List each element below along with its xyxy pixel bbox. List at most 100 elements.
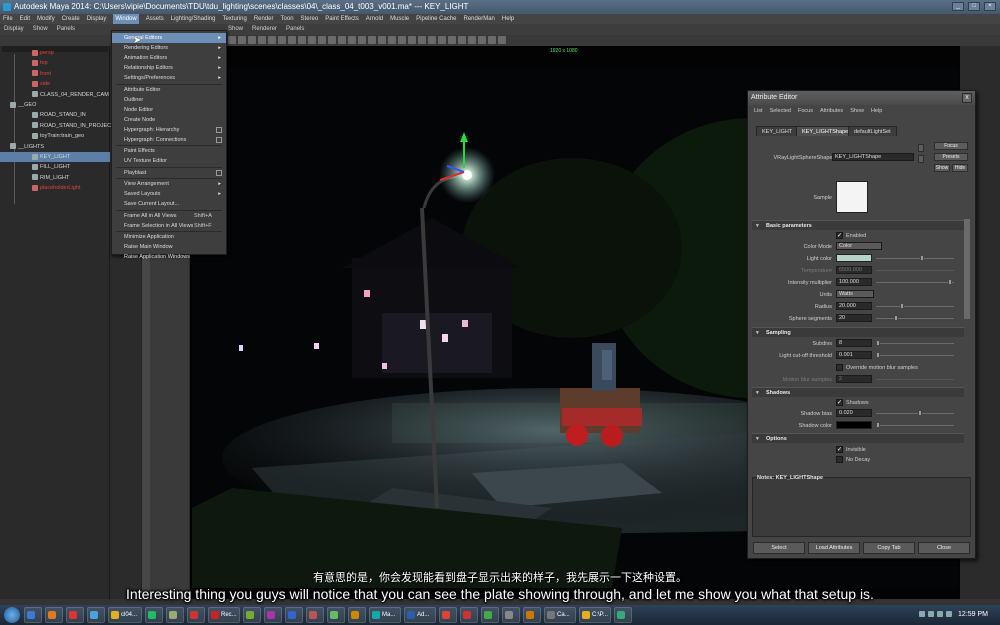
attribute-editor-scroll-thumb[interactable] — [964, 219, 970, 319]
window-menu-item-hypergraph-hierarchy[interactable]: Hypergraph: Hierarchy — [112, 125, 226, 135]
shadow-bias-field[interactable]: 0.020 — [836, 409, 872, 417]
intensity-slider-track[interactable] — [876, 282, 954, 283]
taskbar-app-button[interactable] — [439, 607, 457, 623]
option-box-icon[interactable] — [216, 169, 222, 176]
viewport-menu-panels[interactable]: Panels — [286, 24, 304, 35]
node-name-field[interactable]: KEY_LIGHTShape — [832, 153, 914, 161]
window-menu-item-rendering-editors[interactable]: Rendering Editors ▸ — [112, 43, 226, 53]
outliner-item[interactable]: FILL_LIGHT — [0, 162, 110, 172]
attribute-editor-title-bar[interactable]: Attribute Editor x — [748, 91, 975, 105]
section-sampling[interactable]: Sampling — [752, 327, 964, 338]
outliner-item[interactable]: persp — [0, 48, 110, 58]
outliner-item[interactable]: placeholderLight — [0, 183, 110, 193]
outliner-menu-panels[interactable]: Panels — [57, 24, 75, 35]
taskbar-app-button[interactable] — [306, 607, 324, 623]
window-menu-item-node-editor[interactable]: Node Editor — [112, 105, 226, 115]
hide-button[interactable]: Hide — [952, 164, 968, 172]
outliner-menu-display[interactable]: Display — [4, 24, 24, 35]
taskbar-app-button[interactable] — [285, 607, 303, 623]
taskbar-app-button[interactable]: Ca... — [544, 607, 576, 623]
copy-tab-button[interactable]: Copy Tab — [863, 542, 915, 554]
window-menu-item-paint-effects[interactable]: Paint Effects — [112, 146, 226, 156]
select-button[interactable]: Select — [753, 542, 805, 554]
toolbar-tool-icon[interactable] — [298, 36, 306, 44]
intensity-field[interactable]: 100.000 — [836, 278, 872, 286]
section-shadows[interactable]: Shadows — [752, 387, 964, 398]
toolbar-tool-icon[interactable] — [268, 36, 276, 44]
outliner-item[interactable]: top — [0, 58, 110, 68]
ae-menu-attributes[interactable]: Attributes — [820, 106, 843, 116]
taskbar-app-button[interactable] — [66, 607, 84, 623]
taskbar-app-button[interactable] — [45, 607, 63, 623]
menu-window[interactable]: Window — [113, 14, 139, 24]
light-color-swatch[interactable] — [836, 254, 872, 262]
close-button[interactable]: × — [984, 2, 996, 11]
shadow-color-slider-knob[interactable] — [876, 422, 880, 428]
window-menu-item-playblast[interactable]: Playblast — [112, 168, 226, 178]
menu-stereo[interactable]: Stereo — [301, 14, 319, 24]
ae-menu-focus[interactable]: Focus — [798, 106, 813, 116]
window-menu-item-minimize-application[interactable]: Minimize Application — [112, 232, 226, 242]
shadow-color-slider-track[interactable] — [876, 425, 954, 426]
toolbar-tool-icon[interactable] — [368, 36, 376, 44]
toolbar-tool-icon[interactable] — [258, 36, 266, 44]
taskbar-app-button[interactable] — [24, 607, 42, 623]
radius-slider-knob[interactable] — [900, 303, 904, 309]
window-menu-item-hypergraph-connections[interactable]: Hypergraph: Connections — [112, 135, 226, 145]
menu-help[interactable]: Help — [502, 14, 514, 24]
outliner-item[interactable]: toyTrain:train_geo — [0, 131, 110, 141]
menu-texturing[interactable]: Texturing — [222, 14, 246, 24]
menu-file[interactable]: File — [3, 14, 13, 24]
outliner-menu-show[interactable]: Show — [33, 24, 48, 35]
menu-muscle[interactable]: Muscle — [390, 14, 409, 24]
toolbar-tool-icon[interactable] — [458, 36, 466, 44]
outliner-item[interactable]: front — [0, 69, 110, 79]
volume-icon[interactable] — [937, 611, 943, 617]
taskbar-app-button[interactable] — [166, 607, 184, 623]
window-menu-item-saved-layouts[interactable]: Saved Layouts ▸ — [112, 189, 226, 199]
toolbar-tool-icon[interactable] — [448, 36, 456, 44]
cutoff-slider-track[interactable] — [876, 355, 954, 356]
notes-panel[interactable]: Notes: KEY_LIGHTShape — [752, 475, 971, 537]
window-menu-item-relationship-editors[interactable]: Relationship Editors ▸ — [112, 63, 226, 73]
section-options[interactable]: Options — [752, 433, 964, 444]
no-decay-checkbox[interactable] — [836, 456, 843, 463]
subdivs-slider-track[interactable] — [876, 343, 954, 344]
start-button-icon[interactable] — [4, 607, 20, 623]
presets-button[interactable]: Presets — [934, 153, 968, 161]
window-menu-item-raise-main-window[interactable]: Raise Main Window — [112, 242, 226, 252]
ae-menu-show[interactable]: Show — [850, 106, 864, 116]
invisible-checkbox[interactable]: ✓ — [836, 446, 843, 453]
toolbar-tool-icon[interactable] — [498, 36, 506, 44]
window-menu-item-settings-preferences[interactable]: Settings/Preferences ▸ — [112, 73, 226, 83]
window-menu-item-raise-application-windows[interactable]: Raise Application Windows — [112, 252, 226, 262]
taskbar-app-button[interactable] — [523, 607, 541, 623]
toolbar-tool-icon[interactable] — [478, 36, 486, 44]
option-box-icon[interactable] — [216, 126, 222, 133]
maximize-button[interactable]: □ — [968, 2, 980, 11]
taskbar-clock[interactable]: 12:59 PM — [958, 605, 988, 625]
ae-tab-defaultlightset[interactable]: defaultLightSet — [848, 126, 897, 136]
taskbar-app-button[interactable]: Ad... — [404, 607, 436, 623]
close-button[interactable]: Close — [918, 542, 970, 554]
menu-render[interactable]: Render — [254, 14, 274, 24]
override-mb-checkbox[interactable] — [836, 364, 843, 371]
sphere-segments-slider-knob[interactable] — [894, 315, 898, 321]
outliner-item[interactable]: ROAD_STAND_IN_PROJECT — [0, 121, 114, 131]
toolbar-tool-icon[interactable] — [228, 36, 236, 44]
subdivs-field[interactable]: 8 — [836, 339, 872, 347]
ae-menu-list[interactable]: List — [754, 106, 763, 116]
focus-button[interactable]: Focus — [934, 142, 968, 150]
window-menu-item-outliner[interactable]: Outliner — [112, 95, 226, 105]
toolbar-tool-icon[interactable] — [328, 36, 336, 44]
window-menu-item-frame-all-in-all-views[interactable]: Frame All in All Views Shift+A — [112, 211, 226, 221]
load-attributes-button[interactable]: Load Attributes — [808, 542, 860, 554]
cutoff-field[interactable]: 0.001 — [836, 351, 872, 359]
window-menu-item-create-node[interactable]: Create Node — [112, 115, 226, 125]
toolbar-tool-icon[interactable] — [338, 36, 346, 44]
taskbar-app-button[interactable] — [327, 607, 345, 623]
menu-lighting-shading[interactable]: Lighting/Shading — [171, 14, 216, 24]
tray-icon[interactable] — [919, 611, 925, 617]
taskbar-app-button[interactable] — [481, 607, 499, 623]
taskbar-app-button[interactable]: cl04... — [108, 607, 142, 623]
